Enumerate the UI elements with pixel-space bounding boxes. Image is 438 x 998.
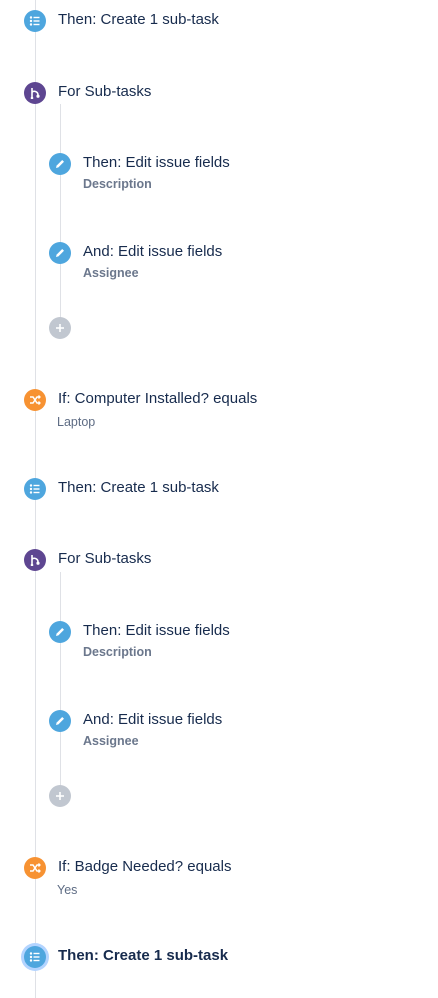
flow-node-create-subtask-2[interactable]: Then: Create 1 sub-task (24, 478, 219, 500)
branch-rail-2 (60, 572, 61, 794)
node-title: If: Computer Installed? equals (58, 390, 258, 407)
list-icon (24, 478, 46, 500)
add-component-button-2[interactable] (49, 785, 71, 807)
branch-rail-1 (60, 104, 61, 326)
node-subtitle: Assignee (83, 266, 139, 280)
plus-icon (49, 317, 71, 339)
flow-node-condition-computer[interactable]: If: Computer Installed? equals (24, 389, 257, 411)
node-title: For Sub-tasks (58, 83, 152, 100)
flow-node-edit-description-2[interactable]: Then: Edit issue fields Description (49, 621, 230, 660)
node-title: And: Edit issue fields (83, 243, 223, 260)
pencil-icon (49, 710, 71, 732)
node-title: Then: Create 1 sub-task (58, 11, 219, 28)
flow-node-edit-assignee-2[interactable]: And: Edit issue fields Assignee (49, 710, 222, 749)
branch-icon (24, 82, 46, 104)
shuffle-icon (24, 389, 46, 411)
node-title: Then: Create 1 sub-task (58, 479, 219, 496)
condition-value: Laptop (57, 415, 96, 429)
node-subtitle: Description (83, 645, 152, 659)
branch-icon (24, 549, 46, 571)
node-title: If: Badge Needed? equals (58, 858, 232, 875)
flow-node-edit-assignee-1[interactable]: And: Edit issue fields Assignee (49, 242, 222, 281)
node-subtitle: Assignee (83, 734, 139, 748)
flow-node-edit-description-1[interactable]: Then: Edit issue fields Description (49, 153, 230, 192)
node-title: And: Edit issue fields (83, 711, 223, 728)
node-title: Then: Create 1 sub-task (58, 947, 229, 964)
pencil-icon (49, 153, 71, 175)
condition-value: Yes (57, 883, 78, 897)
list-icon (24, 946, 46, 968)
node-title: Then: Edit issue fields (83, 154, 230, 171)
flow-node-for-subtasks-1[interactable]: For Sub-tasks (24, 82, 151, 104)
flow-node-for-subtasks-2[interactable]: For Sub-tasks (24, 549, 151, 571)
plus-icon (49, 785, 71, 807)
list-icon (24, 10, 46, 32)
flow-node-create-subtask-3[interactable]: Then: Create 1 sub-task (24, 946, 228, 968)
node-title: Then: Edit issue fields (83, 622, 230, 639)
pencil-icon (49, 621, 71, 643)
flow-node-condition-badge[interactable]: If: Badge Needed? equals (24, 857, 231, 879)
shuffle-icon (24, 857, 46, 879)
flow-node-create-subtask-1[interactable]: Then: Create 1 sub-task (24, 10, 219, 32)
add-component-button-1[interactable] (49, 317, 71, 339)
node-subtitle: Description (83, 177, 152, 191)
node-title: For Sub-tasks (58, 550, 152, 567)
pencil-icon (49, 242, 71, 264)
